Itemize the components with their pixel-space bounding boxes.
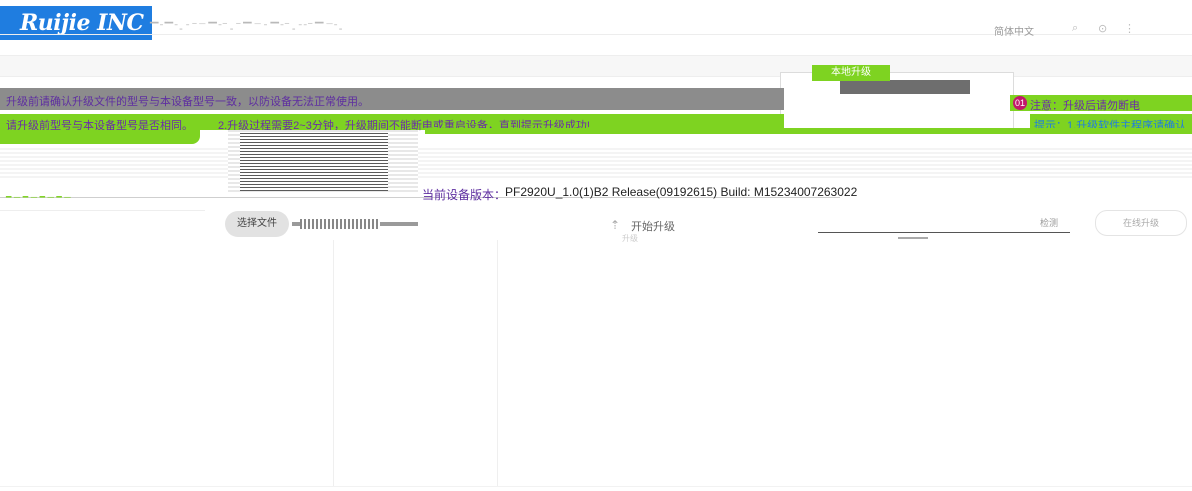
start-upgrade-hint: 升级	[622, 234, 638, 243]
language-selector[interactable]: 简体中文	[994, 23, 1034, 38]
current-version-label: 当前设备版本：	[422, 188, 507, 202]
active-tab-chip[interactable]: 本地升级	[812, 65, 890, 81]
progress-marker	[898, 237, 928, 239]
user-icon[interactable]: ⋮	[1124, 22, 1135, 35]
column-divider-1	[333, 240, 334, 486]
search-icon[interactable]: ⌕	[1072, 22, 1078, 35]
check-label: 检测	[1040, 218, 1059, 228]
file-name-text	[300, 219, 380, 229]
notice-tail	[0, 130, 200, 144]
progress-track	[818, 232, 1070, 233]
help-icon[interactable]: ⊙	[1098, 22, 1107, 35]
select-file-button[interactable]: 选择文件	[225, 211, 289, 237]
upgrade-panel-background	[0, 148, 1192, 178]
tab-local-upgrade[interactable]	[840, 80, 970, 94]
left-indicator: ━ ─ ━ ─ ━ ─ ━ ─	[6, 192, 71, 202]
notice-underline	[425, 128, 1192, 134]
upload-icon: ⇡	[610, 218, 621, 232]
right-notice-line-1: 注意：升级后请勿断电	[1030, 100, 1140, 112]
bottom-divider	[0, 486, 1192, 487]
column-divider-2	[497, 240, 498, 486]
action-row-divider	[0, 210, 205, 211]
notice-badge: 01	[1013, 96, 1027, 110]
current-version-value: PF2920U_1.0(1)B2 Release(09192615) Build…	[505, 185, 858, 199]
start-upgrade-button[interactable]: 开始升级	[631, 218, 675, 234]
file-preview-lines	[240, 133, 388, 191]
notice-line-1: 升级前请确认升级文件的型号与本设备型号一致，以防设备无法正常使用。	[6, 96, 369, 108]
online-upgrade-button[interactable]: 在线升级	[1095, 210, 1187, 236]
